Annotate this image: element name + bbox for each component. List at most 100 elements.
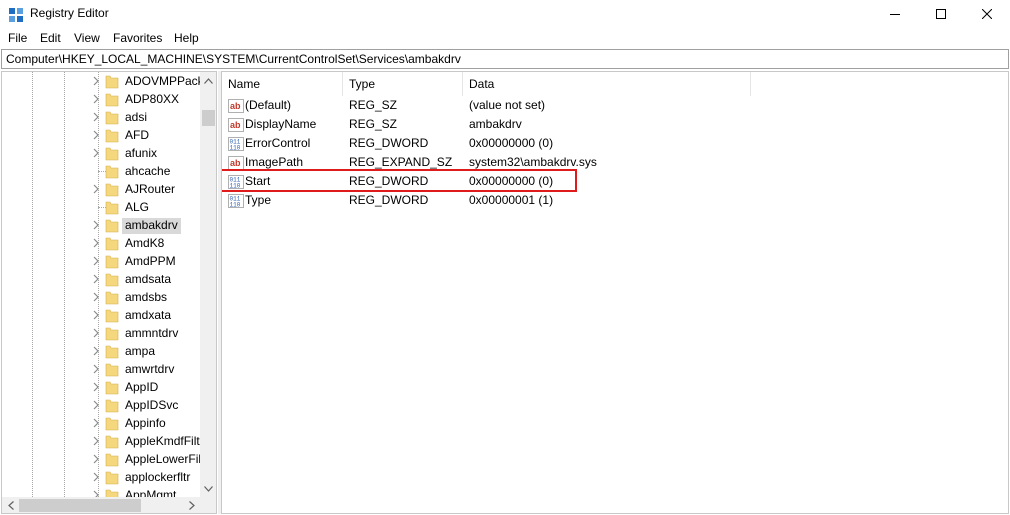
list-header: Name Type Data [222, 72, 1008, 96]
menu-file[interactable]: File [8, 31, 27, 45]
tree-item[interactable]: AppID [2, 378, 200, 396]
close-button[interactable] [964, 0, 1010, 28]
folder-icon [105, 289, 119, 305]
tree-item[interactable]: AppMgmt [2, 486, 200, 497]
tree-item[interactable]: amwrtdrv [2, 360, 200, 378]
value-name: Type [245, 193, 272, 207]
value-row[interactable]: ab DisplayName REG_SZ ambakdrv [222, 115, 1008, 134]
value-type: REG_DWORD [349, 174, 429, 188]
value-row[interactable]: 011 110 Start REG_DWORD 0x00000000 (0) [222, 172, 1008, 191]
value-row[interactable]: 011 110 ErrorControl REG_DWORD 0x00000000 (0… [222, 134, 1008, 153]
tree-item[interactable]: ALG [2, 198, 200, 216]
minimize-button[interactable] [872, 0, 918, 28]
value-row[interactable]: ab ImagePath REG_EXPAND_SZ system32\ambakdr… [222, 153, 1008, 172]
scroll-right-button[interactable] [183, 497, 200, 513]
chevron-right-icon[interactable] [91, 219, 101, 231]
tree-item[interactable]: AJRouter [2, 180, 200, 198]
tree-item[interactable]: Appinfo [2, 414, 200, 432]
chevron-right-icon[interactable] [91, 381, 101, 393]
scroll-thumb[interactable] [202, 110, 215, 126]
value-data: system32\ambakdrv.sys [469, 155, 597, 169]
folder-icon [105, 361, 119, 377]
folder-icon [105, 343, 119, 359]
tree-horizontal-scrollbar[interactable] [2, 497, 200, 513]
chevron-right-icon[interactable] [91, 75, 101, 87]
chevron-right-icon[interactable] [91, 399, 101, 411]
tree-item[interactable]: amdsbs [2, 288, 200, 306]
tree-item[interactable]: amdsata [2, 270, 200, 288]
tree-item[interactable]: AppleLowerFilter [2, 450, 200, 468]
value-data: (value not set) [469, 98, 546, 112]
folder-icon [105, 379, 119, 395]
chevron-right-icon[interactable] [91, 147, 101, 159]
tree-item[interactable]: AppleKmdfFilter [2, 432, 200, 450]
chevron-right-icon[interactable] [91, 435, 101, 447]
menu-view[interactable]: View [74, 31, 100, 45]
value-row[interactable]: ab (Default) REG_SZ (value not set) [222, 96, 1008, 115]
value-data: 0x00000000 (0) [469, 136, 554, 150]
maximize-button[interactable] [918, 0, 964, 28]
chevron-right-icon[interactable] [91, 417, 101, 429]
tree-item[interactable]: ADOVMPPackage [2, 72, 200, 90]
tree-item-label: Appinfo [125, 416, 166, 430]
chevron-right-icon[interactable] [91, 363, 101, 375]
svg-text:110: 110 [230, 202, 241, 209]
string-value-icon: ab [228, 155, 244, 171]
chevron-right-icon[interactable] [91, 471, 101, 483]
chevron-right-icon[interactable] [91, 345, 101, 357]
tree-item[interactable]: AppIDSvc [2, 396, 200, 414]
tree-item[interactable]: amdxata [2, 306, 200, 324]
chevron-right-icon[interactable] [91, 93, 101, 105]
column-header-name[interactable]: Name [222, 72, 343, 96]
tree-item-label: applockerfltr [125, 470, 191, 484]
chevron-right-icon[interactable] [91, 183, 101, 195]
chevron-right-icon[interactable] [91, 255, 101, 267]
tree-item[interactable]: AmdK8 [2, 234, 200, 252]
address-bar[interactable]: Computer\HKEY_LOCAL_MACHINE\SYSTEM\Curre… [1, 49, 1009, 69]
tree-vertical-scrollbar[interactable] [200, 72, 216, 497]
folder-icon [105, 271, 119, 287]
title-bar: Registry Editor [0, 0, 1010, 28]
tree-item[interactable]: AFD [2, 126, 200, 144]
tree-item[interactable]: AmdPPM [2, 252, 200, 270]
chevron-down-icon [204, 485, 213, 492]
chevron-right-icon[interactable] [91, 309, 101, 321]
values-list-pane: Name Type Data ab (Default) REG_SZ (value n… [221, 71, 1009, 514]
tree-item-label: AJRouter [125, 182, 176, 196]
chevron-right-icon[interactable] [91, 111, 101, 123]
tree-item[interactable]: ahcache [2, 162, 200, 180]
folder-icon [105, 487, 119, 497]
chevron-right-icon[interactable] [91, 273, 101, 285]
folder-icon [105, 73, 119, 89]
chevron-right-icon[interactable] [91, 129, 101, 141]
column-header-data[interactable]: Data [463, 72, 751, 96]
scroll-up-button[interactable] [200, 72, 216, 89]
menu-edit[interactable]: Edit [40, 31, 61, 45]
tree-item[interactable]: ammntdrv [2, 324, 200, 342]
folder-icon [105, 325, 119, 341]
menu-help[interactable]: Help [174, 31, 199, 45]
chevron-right-icon[interactable] [91, 489, 101, 497]
chevron-right-icon[interactable] [91, 327, 101, 339]
tree-item[interactable]: ambakdrv [2, 216, 200, 234]
folder-icon [105, 127, 119, 143]
value-row[interactable]: 011 110 Type REG_DWORD 0x00000001 (1) [222, 191, 1008, 210]
chevron-right-icon[interactable] [91, 291, 101, 303]
scroll-thumb[interactable] [19, 499, 141, 512]
menu-favorites[interactable]: Favorites [113, 31, 162, 45]
tree-item[interactable]: ADP80XX [2, 90, 200, 108]
tree-item[interactable]: ampa [2, 342, 200, 360]
maximize-icon [936, 9, 946, 19]
column-header-type[interactable]: Type [343, 72, 463, 96]
tree-item[interactable]: afunix [2, 144, 200, 162]
tree-item[interactable]: applockerfltr [2, 468, 200, 486]
scroll-down-button[interactable] [200, 480, 216, 497]
chevron-right-icon[interactable] [91, 237, 101, 249]
value-type: REG_SZ [349, 117, 398, 131]
scroll-left-button[interactable] [2, 497, 19, 513]
chevron-right-icon[interactable] [91, 453, 101, 465]
tree-item-label: amdsata [125, 272, 172, 286]
value-name: (Default) [245, 98, 292, 112]
value-name: DisplayName [245, 117, 317, 131]
tree-item[interactable]: adsi [2, 108, 200, 126]
